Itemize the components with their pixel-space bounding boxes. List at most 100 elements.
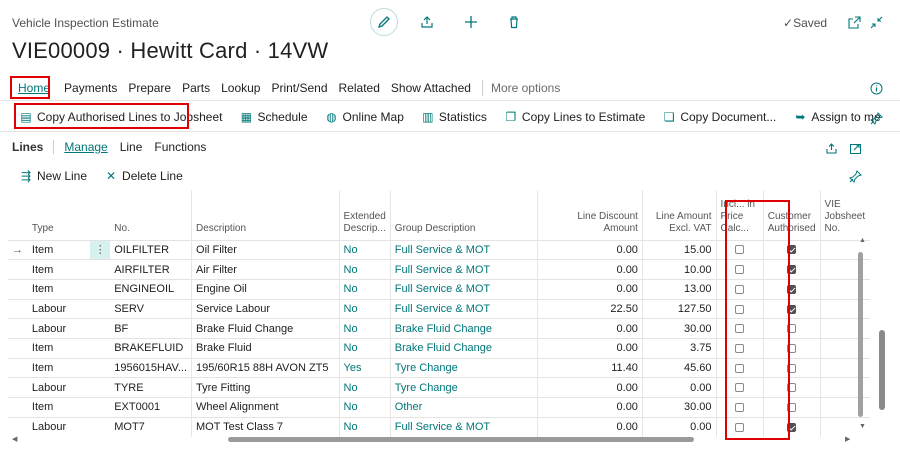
scroll-down-icon[interactable]: ▼ [859, 423, 866, 430]
cell-line-amount[interactable]: 30.00 [642, 318, 717, 339]
row-indicator[interactable] [8, 318, 28, 339]
delete-line-button[interactable]: ✕ Delete Line [105, 169, 183, 183]
cell-no[interactable]: EXT0001 [110, 397, 193, 418]
schedule-button[interactable]: ▦ Schedule [240, 110, 308, 124]
open-new-window-icon[interactable] [846, 14, 862, 30]
lines-expand-icon[interactable] [847, 140, 863, 156]
cell-type[interactable]: Labour [27, 298, 91, 319]
cell-line-amount[interactable]: 13.00 [642, 278, 717, 300]
col-line-discount[interactable]: Line Discount Amount [537, 190, 643, 240]
scroll-right-icon[interactable]: ▶ [845, 435, 850, 443]
online-map-button[interactable]: ◍ Online Map [326, 110, 404, 124]
cell-no[interactable]: MOT7 [110, 416, 193, 437]
row-indicator[interactable] [8, 337, 28, 359]
grid-vertical-scrollbar[interactable] [858, 252, 863, 417]
cell-no[interactable]: AIRFILTER [110, 259, 193, 280]
cell-group-description[interactable]: Full Service & MOT [390, 239, 538, 260]
cell-type[interactable]: Labour [27, 377, 91, 398]
cell-type[interactable]: Item [27, 239, 91, 260]
menu-related[interactable]: Related [339, 81, 380, 95]
row-indicator[interactable] [8, 397, 28, 418]
cell-group-description[interactable]: Full Service & MOT [390, 416, 538, 437]
menu-print-send[interactable]: Print/Send [271, 81, 327, 95]
cell-type[interactable]: Item [27, 337, 91, 359]
menu-show-attached[interactable]: Show Attached [391, 81, 471, 95]
cell-line-amount[interactable]: 127.50 [642, 298, 717, 319]
page-vertical-scrollbar[interactable] [879, 330, 885, 410]
row-actions-menu[interactable] [90, 318, 111, 339]
cell-no[interactable]: SERV [110, 298, 193, 319]
cell-line-amount[interactable]: 3.75 [642, 337, 717, 359]
cell-no[interactable]: ENGINEOIL [110, 278, 193, 300]
row-indicator[interactable] [8, 259, 28, 280]
col-no[interactable]: No. [110, 190, 193, 240]
col-vie-jobsheet-no[interactable]: VIE Jobsheet No. [820, 190, 870, 240]
cell-line-discount[interactable]: 0.00 [537, 337, 643, 359]
row-actions-menu[interactable] [90, 259, 111, 280]
cell-group-description[interactable]: Brake Fluid Change [390, 318, 538, 339]
cell-description[interactable]: Tyre Fitting [191, 377, 340, 398]
lines-tab-line[interactable]: Line [120, 140, 143, 154]
cell-group-description[interactable]: Brake Fluid Change [390, 337, 538, 359]
cell-line-discount[interactable]: 0.00 [537, 377, 643, 398]
cell-description[interactable]: Wheel Alignment [191, 397, 340, 418]
row-indicator[interactable] [8, 416, 28, 437]
lines-tab-functions[interactable]: Functions [154, 140, 206, 154]
cell-group-description[interactable]: Tyre Change [390, 357, 538, 378]
cell-no[interactable]: BF [110, 318, 193, 339]
col-type[interactable]: Type [28, 190, 90, 240]
row-indicator[interactable]: → [8, 239, 28, 260]
scroll-left-icon[interactable]: ◀ [12, 435, 17, 443]
row-indicator[interactable] [8, 278, 28, 300]
cell-line-discount[interactable]: 11.40 [537, 357, 643, 378]
cell-group-description[interactable]: Full Service & MOT [390, 259, 538, 280]
info-icon[interactable] [868, 80, 884, 96]
menu-more-options[interactable]: More options [491, 81, 560, 95]
cell-extended-description[interactable]: No [339, 337, 391, 359]
cell-type[interactable]: Item [27, 278, 91, 300]
cell-type[interactable]: Item [27, 259, 91, 280]
menu-parts[interactable]: Parts [182, 81, 210, 95]
cell-extended-description[interactable]: No [339, 298, 391, 319]
col-extended-description[interactable]: Extended Descrip... [339, 190, 391, 240]
cell-line-amount[interactable]: 0.00 [642, 416, 717, 437]
row-actions-menu[interactable] [90, 337, 111, 359]
cell-description[interactable]: Service Labour [191, 298, 340, 319]
row-indicator[interactable] [8, 298, 28, 319]
cell-line-discount[interactable]: 0.00 [537, 318, 643, 339]
cell-line-discount[interactable]: 0.00 [537, 278, 643, 300]
cell-description[interactable]: Brake Fluid Change [191, 318, 340, 339]
row-actions-menu[interactable] [90, 416, 111, 437]
cell-no[interactable]: 1956015HAV... [110, 357, 193, 378]
copy-document-button[interactable]: ❏ Copy Document... [663, 110, 776, 124]
cell-group-description[interactable]: Full Service & MOT [390, 298, 538, 319]
cell-line-amount[interactable]: 0.00 [642, 377, 717, 398]
cell-line-discount[interactable]: 0.00 [537, 239, 643, 260]
delete-icon[interactable] [506, 14, 522, 30]
cell-type[interactable]: Item [27, 357, 91, 378]
cell-line-discount[interactable]: 0.00 [537, 259, 643, 280]
cell-description[interactable]: 195/60R15 88H AVON ZT5 [191, 357, 340, 378]
lines-pin-icon[interactable] [847, 168, 863, 184]
cell-group-description[interactable]: Other [390, 397, 538, 418]
cell-line-amount[interactable]: 45.60 [642, 357, 717, 378]
row-actions-menu[interactable] [90, 357, 111, 378]
menu-lookup[interactable]: Lookup [221, 81, 260, 95]
cell-line-amount[interactable]: 30.00 [642, 397, 717, 418]
edit-button[interactable] [370, 8, 398, 36]
cell-description[interactable]: MOT Test Class 7 [191, 416, 340, 437]
cell-description[interactable]: Engine Oil [191, 278, 340, 300]
row-actions-menu[interactable] [90, 298, 111, 319]
lines-tab-manage[interactable]: Manage [64, 140, 107, 154]
row-indicator[interactable] [8, 377, 28, 398]
cell-description[interactable]: Air Filter [191, 259, 340, 280]
cell-extended-description[interactable]: No [339, 259, 391, 280]
cell-group-description[interactable]: Full Service & MOT [390, 278, 538, 300]
menu-prepare[interactable]: Prepare [128, 81, 171, 95]
cell-type[interactable]: Labour [27, 318, 91, 339]
collapse-icon[interactable] [868, 14, 884, 30]
cell-description[interactable]: Brake Fluid [191, 337, 340, 359]
cell-description[interactable]: Oil Filter [191, 239, 340, 260]
cell-extended-description[interactable]: No [339, 278, 391, 300]
cell-no[interactable]: BRAKEFLUID [110, 337, 193, 359]
